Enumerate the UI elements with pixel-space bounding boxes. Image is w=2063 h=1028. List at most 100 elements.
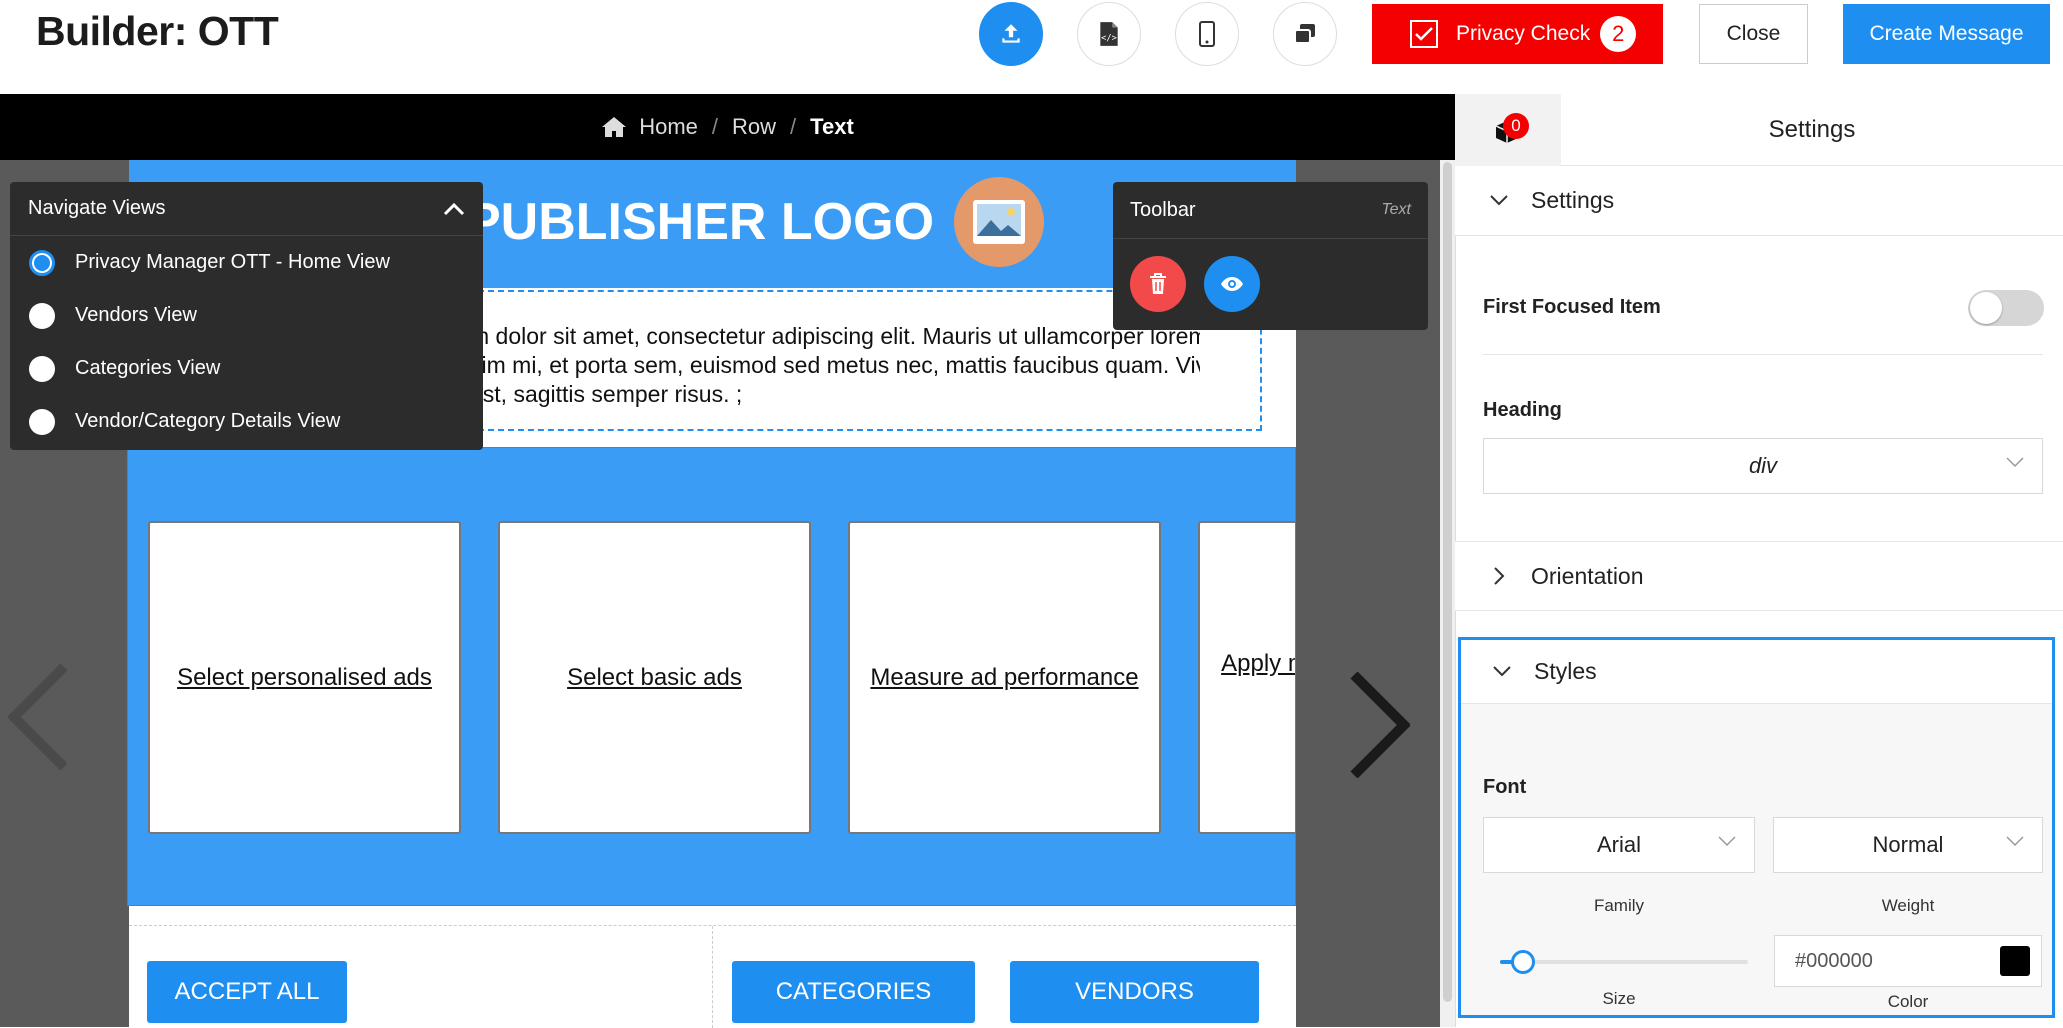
- radio-unselected[interactable]: [29, 408, 55, 435]
- chevron-down-icon: [1486, 666, 1518, 677]
- categories-button[interactable]: CATEGORIES: [732, 961, 975, 1023]
- messages-badge: 0: [1503, 113, 1529, 139]
- breadcrumb-current: Text: [810, 114, 854, 139]
- toggle-knob: [1970, 292, 2002, 324]
- view-option-label: Vendor/Category Details View: [75, 410, 341, 432]
- styles-section-title: Styles: [1534, 658, 1597, 684]
- trash-icon: [1150, 273, 1166, 294]
- svg-text:</>: </>: [1101, 34, 1117, 44]
- toolbar-context: Text: [1381, 201, 1411, 218]
- font-weight-value: Normal: [1872, 832, 1944, 857]
- close-button[interactable]: Close: [1699, 4, 1808, 64]
- orientation-section-title: Orientation: [1531, 562, 1644, 589]
- publisher-logo-text[interactable]: PUBLISHER LOGO: [466, 192, 934, 252]
- carousel-card[interactable]: Apply market research to generate: [1198, 521, 1295, 834]
- image-placeholder-icon[interactable]: [954, 177, 1044, 267]
- heading-label: Heading: [1483, 399, 1562, 421]
- navigate-views-title: Navigate Views: [28, 197, 166, 219]
- toolbar-title: Toolbar: [1130, 198, 1196, 221]
- chevron-right-icon: [1483, 567, 1515, 585]
- body-text-line: est, sagittis semper risus. ;: [470, 381, 743, 407]
- upload-icon: [1002, 24, 1020, 43]
- create-message-button[interactable]: Create Message: [1843, 4, 2050, 64]
- toolbar-header: Toolbar Text: [1113, 182, 1428, 239]
- breadcrumb-separator: /: [790, 114, 797, 139]
- navigate-views-panel: Navigate Views Privacy Manager OTT - Hom…: [10, 182, 483, 450]
- breadcrumb-home[interactable]: Home: [639, 114, 698, 140]
- view-option[interactable]: Categories View: [10, 342, 483, 395]
- navigate-views-header[interactable]: Navigate Views: [10, 182, 483, 236]
- mobile-preview-button[interactable]: [1175, 2, 1239, 66]
- orientation-section-header[interactable]: Orientation: [1455, 541, 2063, 611]
- breadcrumb-separator: /: [711, 114, 719, 139]
- privacy-check-count: 2: [1600, 16, 1637, 52]
- radio-unselected[interactable]: [29, 302, 55, 329]
- checkbox-icon: [1410, 20, 1438, 48]
- eye-icon: [1221, 277, 1243, 291]
- font-label: Font: [1483, 776, 1527, 798]
- canvas-scrollbar[interactable]: [1440, 160, 1455, 1027]
- upload-button[interactable]: [979, 2, 1043, 66]
- preview-button[interactable]: [1204, 256, 1260, 312]
- home-icon[interactable]: [601, 116, 627, 138]
- breadcrumb: Home / Row / Text: [0, 94, 1455, 160]
- view-option-label: Vendors View: [75, 304, 197, 326]
- settings-section-title: Settings: [1531, 187, 1615, 213]
- view-option-label: Categories View: [75, 357, 221, 379]
- mobile-icon: [1199, 21, 1215, 47]
- code-file-button[interactable]: </>: [1077, 2, 1141, 66]
- layers-button[interactable]: [1273, 2, 1337, 66]
- body-text-line: m dolor sit amet, consectetur adipiscing…: [470, 323, 1200, 349]
- font-family-value: Arial: [1596, 832, 1641, 857]
- top-bar: Builder: OTT </> Privacy Check 2 Close C…: [0, 0, 2063, 94]
- accept-all-button[interactable]: ACCEPT ALL: [147, 961, 347, 1023]
- font-color-swatch[interactable]: [2000, 946, 2030, 976]
- family-caption: Family: [1593, 896, 1645, 915]
- font-size-slider-handle[interactable]: [1511, 950, 1535, 974]
- divider: [1483, 354, 2043, 355]
- view-option[interactable]: Vendors View: [10, 289, 483, 342]
- font-size-slider-track[interactable]: [1500, 960, 1748, 964]
- code-file-icon: </>: [1100, 22, 1118, 46]
- body-text-line: sim mi, et porta sem, euismod sed metus …: [470, 352, 1200, 378]
- chevron-down-icon: [2006, 836, 2024, 847]
- carousel-next-icon[interactable]: [1350, 671, 1412, 783]
- view-option-label: Privacy Manager OTT - Home View: [75, 251, 390, 273]
- view-option[interactable]: Privacy Manager OTT - Home View: [10, 236, 483, 289]
- layers-icon: [1294, 24, 1315, 44]
- color-caption: Color: [1887, 992, 1929, 1011]
- first-focused-item-toggle[interactable]: [1968, 290, 2044, 326]
- body-text[interactable]: m dolor sit amet, consectetur adipiscing…: [470, 322, 1200, 409]
- toolbar-panel: Toolbar Text: [1113, 182, 1428, 330]
- app-title: Builder: OTT: [36, 8, 279, 54]
- scrollbar-thumb[interactable]: [1443, 162, 1452, 1002]
- privacy-check-button[interactable]: Privacy Check 2: [1372, 4, 1663, 64]
- chevron-down-icon: [1483, 195, 1515, 206]
- first-focused-item-label: First Focused Item: [1483, 296, 1661, 318]
- column-divider: [712, 926, 713, 1028]
- radio-unselected[interactable]: [29, 355, 55, 382]
- vendors-button[interactable]: VENDORS: [1010, 961, 1259, 1023]
- heading-select[interactable]: div: [1483, 438, 2043, 494]
- chevron-down-icon: [2006, 457, 2024, 468]
- carousel-prev-icon[interactable]: [6, 663, 68, 775]
- settings-section-header[interactable]: Settings: [1455, 166, 2063, 236]
- heading-select-value: div: [1748, 453, 1778, 478]
- radio-selected[interactable]: [29, 249, 55, 276]
- privacy-check-label: Privacy Check: [1456, 22, 1591, 45]
- carousel-card[interactable]: Select personalised ads: [148, 521, 461, 834]
- size-caption: Size: [1602, 989, 1636, 1008]
- tab-settings[interactable]: Settings: [1561, 94, 2063, 166]
- view-option[interactable]: Vendor/Category Details View: [10, 395, 483, 448]
- font-weight-select[interactable]: Normal: [1773, 817, 2043, 873]
- carousel-card[interactable]: Measure ad performance: [848, 521, 1161, 834]
- chevron-up-icon[interactable]: [443, 202, 465, 216]
- weight-caption: Weight: [1881, 896, 1935, 915]
- breadcrumb-row[interactable]: Row: [732, 114, 776, 140]
- font-family-select[interactable]: Arial: [1483, 817, 1755, 873]
- purpose-carousel: Select personalised ads Select basic ads…: [127, 447, 1296, 906]
- carousel-card[interactable]: Select basic ads: [498, 521, 811, 834]
- styles-section-header[interactable]: Styles: [1461, 640, 2052, 704]
- delete-button[interactable]: [1130, 256, 1186, 312]
- chevron-down-icon: [1718, 836, 1736, 847]
